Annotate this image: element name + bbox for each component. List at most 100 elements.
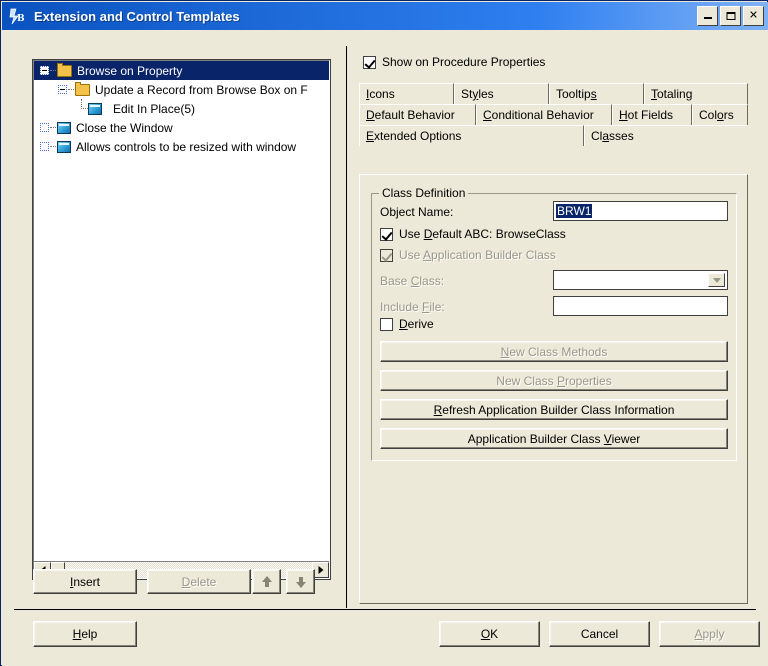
window-icon bbox=[88, 102, 102, 115]
window-icon bbox=[57, 121, 71, 134]
new-class-properties-label: New Class Properties bbox=[496, 373, 612, 388]
checkbox-checked-icon bbox=[380, 227, 393, 241]
tree-item[interactable]: Edit In Place(5) bbox=[34, 99, 329, 118]
tab-colors-label: Colors bbox=[699, 108, 734, 122]
tab-colors[interactable]: Colors bbox=[692, 104, 748, 125]
title-bar[interactable]: B Extension and Control Templates ✕ bbox=[2, 2, 768, 30]
tree-items: Browse on Property Update a Record from … bbox=[34, 61, 329, 561]
arrow-down-icon bbox=[295, 575, 307, 589]
tree-connector bbox=[68, 88, 74, 91]
show-on-procedure-properties-checkbox[interactable]: Show on Procedure Properties bbox=[363, 55, 545, 69]
dialog-window: B Extension and Control Templates ✕ Brow… bbox=[0, 0, 768, 666]
help-button-label: Help bbox=[72, 627, 98, 641]
window-controls: ✕ bbox=[697, 6, 764, 26]
template-tree[interactable]: Browse on Property Update a Record from … bbox=[32, 59, 331, 580]
tree-item-label: Allows controls to be resized with windo… bbox=[76, 139, 297, 154]
derive-label: Derive bbox=[399, 317, 434, 331]
tab-classes-label: Classes bbox=[591, 128, 634, 143]
insert-button-label: Insert bbox=[69, 574, 101, 589]
tab-tooltips-label: Tooltips bbox=[556, 87, 597, 101]
move-down-button[interactable] bbox=[286, 569, 315, 594]
abc-viewer-label: Application Builder Class Viewer bbox=[467, 431, 641, 446]
window-icon bbox=[57, 140, 71, 153]
tab-extended-options-label: Extended Options bbox=[366, 129, 462, 143]
tab-classes[interactable]: Classes bbox=[584, 125, 748, 146]
object-name-value: BRW1 bbox=[556, 204, 593, 218]
tab-extended-options[interactable]: Extended Options bbox=[359, 125, 584, 146]
class-definition-group-title: Class Definition bbox=[379, 186, 469, 200]
tree-connector bbox=[76, 99, 88, 118]
include-file-input[interactable] bbox=[553, 296, 728, 316]
tab-hot-fields-label: Hot Fields bbox=[619, 108, 674, 122]
footer-divider bbox=[14, 609, 756, 610]
new-class-methods-label: New Class Methods bbox=[500, 344, 608, 359]
arrow-up-icon bbox=[261, 575, 273, 589]
close-icon: ✕ bbox=[748, 9, 759, 22]
use-default-abc-checkbox[interactable]: Use Default ABC: BrowseClass bbox=[380, 227, 566, 241]
tab-hot-fields[interactable]: Hot Fields bbox=[612, 104, 692, 125]
help-button[interactable]: Help bbox=[33, 621, 137, 647]
app-icon: B bbox=[7, 6, 27, 26]
object-name-input[interactable]: BRW1 bbox=[553, 201, 728, 221]
base-class-combo[interactable] bbox=[553, 270, 728, 290]
cancel-button-label: Cancel bbox=[580, 627, 619, 641]
expander-empty-icon[interactable] bbox=[40, 123, 49, 132]
tab-default-behavior[interactable]: Default Behavior bbox=[359, 104, 476, 125]
cancel-button[interactable]: Cancel bbox=[549, 621, 650, 647]
tab-totaling[interactable]: Totaling bbox=[644, 83, 748, 104]
move-up-button[interactable] bbox=[252, 569, 281, 594]
minimize-icon bbox=[703, 17, 712, 20]
checkbox-checked-disabled-icon bbox=[380, 248, 393, 262]
chevron-down-icon[interactable] bbox=[708, 273, 725, 287]
refresh-abc-information-button[interactable]: Refresh Application Builder Class Inform… bbox=[380, 399, 728, 420]
tab-default-behavior-label: Default Behavior bbox=[366, 108, 455, 122]
base-class-label: Base Class: bbox=[380, 274, 445, 288]
expander-minus-icon[interactable] bbox=[58, 85, 67, 94]
apply-button-label: Apply bbox=[694, 627, 725, 641]
tree-item[interactable]: Allows controls to be resized with windo… bbox=[34, 137, 329, 156]
folder-icon bbox=[75, 81, 90, 96]
tree-item-label: Update a Record from Browse Box on F bbox=[95, 82, 308, 97]
show-on-procedure-properties-label: Show on Procedure Properties bbox=[382, 55, 546, 69]
refresh-abc-information-label: Refresh Application Builder Class Inform… bbox=[433, 402, 675, 417]
maximize-icon bbox=[726, 12, 735, 20]
use-default-abc-label: Use Default ABC: BrowseClass bbox=[399, 227, 566, 241]
abc-viewer-button[interactable]: Application Builder Class Viewer bbox=[380, 428, 728, 449]
tree-connector bbox=[50, 145, 56, 148]
tree-item-label: Close the Window bbox=[76, 120, 173, 135]
tree-item[interactable]: Update a Record from Browse Box on F bbox=[34, 80, 329, 99]
window-title: Extension and Control Templates bbox=[34, 8, 240, 24]
use-application-builder-class-checkbox[interactable]: Use Application Builder Class bbox=[380, 248, 556, 262]
tab-styles[interactable]: Styles bbox=[454, 83, 549, 104]
tree-connector bbox=[50, 69, 56, 72]
dialog-client-area: Browse on Property Update a Record from … bbox=[2, 30, 768, 666]
maximize-button[interactable] bbox=[720, 6, 741, 26]
tree-item[interactable]: Browse on Property bbox=[34, 61, 329, 80]
tab-tooltips[interactable]: Tooltips bbox=[549, 83, 644, 104]
checkbox-checked-icon bbox=[363, 55, 376, 69]
chevron-right-icon bbox=[318, 566, 323, 574]
folder-icon bbox=[57, 62, 72, 77]
expander-empty-icon[interactable] bbox=[40, 142, 49, 151]
minimize-button[interactable] bbox=[697, 6, 718, 26]
new-class-methods-button[interactable]: New Class Methods bbox=[380, 341, 728, 362]
tab-icons[interactable]: Icons bbox=[359, 83, 454, 104]
derive-checkbox[interactable]: Derive bbox=[380, 317, 434, 331]
ok-button[interactable]: OK bbox=[439, 621, 540, 647]
new-class-properties-button[interactable]: New Class Properties bbox=[380, 370, 728, 391]
include-file-label: Include File: bbox=[380, 300, 445, 314]
close-button[interactable]: ✕ bbox=[743, 6, 764, 26]
insert-button[interactable]: Insert bbox=[33, 569, 137, 594]
expander-minus-icon[interactable] bbox=[40, 66, 49, 75]
tree-item[interactable]: Close the Window bbox=[34, 118, 329, 137]
checkbox-unchecked-icon bbox=[380, 317, 393, 331]
delete-button[interactable]: Delete bbox=[147, 569, 251, 594]
svg-text:B: B bbox=[17, 14, 25, 24]
tab-conditional-behavior[interactable]: Conditional Behavior bbox=[476, 104, 612, 125]
apply-button[interactable]: Apply bbox=[659, 621, 760, 647]
tab-conditional-behavior-label: Conditional Behavior bbox=[483, 108, 594, 122]
tab-totaling-label: Totaling bbox=[651, 87, 693, 101]
ok-button-label: OK bbox=[480, 627, 499, 641]
tab-styles-label: Styles bbox=[461, 87, 494, 101]
object-name-label: Object Name: bbox=[380, 205, 454, 219]
